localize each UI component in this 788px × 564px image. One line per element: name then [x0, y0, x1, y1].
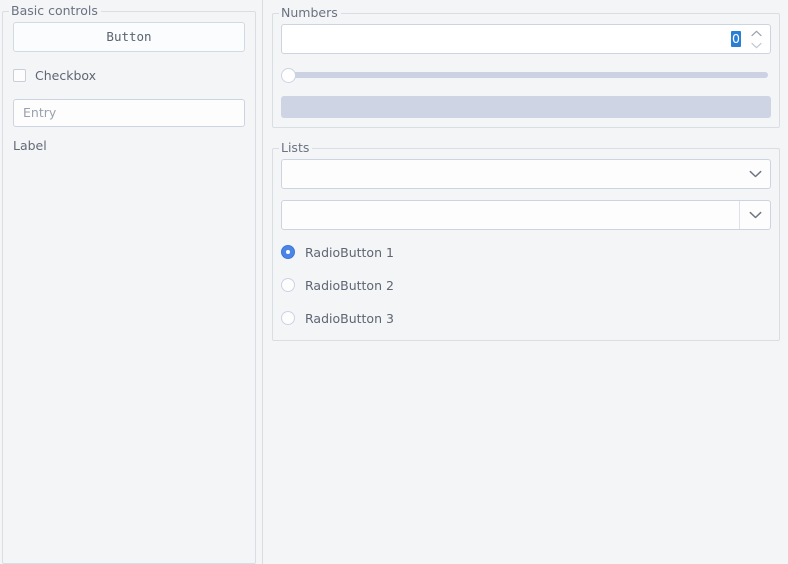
radio-button-3-label: RadioButton 3	[305, 310, 394, 326]
radio-indicator[interactable]	[281, 278, 295, 292]
combobox[interactable]	[281, 159, 771, 189]
radio-indicator[interactable]	[281, 245, 295, 259]
checkbox-label: Checkbox	[35, 67, 97, 83]
spinbox-value: 0	[731, 31, 741, 47]
spinbox-arrows	[744, 25, 770, 53]
numbers-groupbox: Numbers 0	[272, 5, 780, 128]
radio-indicator[interactable]	[281, 311, 295, 325]
right-pane: Numbers 0 Lists RadioButton 1 RadioButto…	[268, 0, 788, 564]
control-gallery-window: Basic controls Button Checkbox Entry Lab…	[0, 0, 788, 564]
static-label: Label	[13, 138, 47, 153]
editable-combobox[interactable]	[281, 200, 771, 230]
chevron-up-icon[interactable]	[748, 27, 764, 39]
radio-button-1[interactable]: RadioButton 1	[281, 241, 771, 263]
radio-button-1-label: RadioButton 1	[305, 244, 394, 260]
left-pane: Basic controls Button Checkbox Entry Lab…	[0, 0, 258, 564]
lists-groupbox-title: Lists	[279, 140, 313, 155]
radio-button-3[interactable]: RadioButton 3	[281, 307, 771, 329]
pane-splitter-handle[interactable]	[258, 0, 268, 564]
slider[interactable]	[281, 65, 771, 85]
spinbox[interactable]: 0	[281, 24, 771, 54]
editable-combobox-input[interactable]	[282, 201, 739, 229]
checkbox-indicator[interactable]	[13, 68, 26, 82]
basic-controls-groupbox: Basic controls Button Checkbox Entry Lab…	[2, 3, 256, 564]
numbers-groupbox-title: Numbers	[279, 5, 341, 20]
radio-button-2[interactable]: RadioButton 2	[281, 274, 771, 296]
combobox-value	[282, 160, 740, 188]
entry-input[interactable]: Entry	[13, 99, 245, 127]
slider-track[interactable]	[290, 72, 768, 78]
spinbox-input[interactable]: 0	[282, 25, 744, 53]
chevron-down-icon[interactable]	[740, 160, 770, 188]
button[interactable]: Button	[13, 22, 245, 52]
checkbox-row[interactable]: Checkbox	[13, 65, 245, 85]
basic-controls-groupbox-title: Basic controls	[9, 3, 101, 18]
lists-groupbox: Lists RadioButton 1 RadioButton 2 RadioB…	[272, 140, 780, 341]
slider-handle[interactable]	[281, 68, 296, 83]
chevron-down-icon[interactable]	[739, 201, 770, 229]
radio-button-2-label: RadioButton 2	[305, 277, 394, 293]
chevron-down-icon[interactable]	[748, 39, 764, 51]
progress-bar	[281, 96, 771, 118]
